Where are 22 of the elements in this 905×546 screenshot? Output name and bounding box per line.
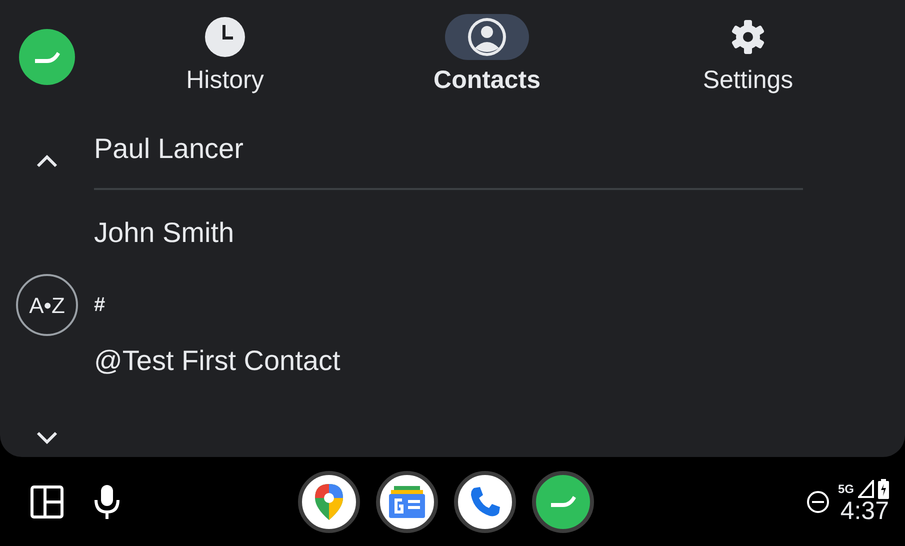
tab[interactable]: Contacts <box>417 0 557 100</box>
settings-icon <box>729 18 767 56</box>
tab[interactable]: History <box>155 0 295 100</box>
person-icon <box>466 16 508 58</box>
call-icon <box>34 52 60 62</box>
signal-icon <box>858 480 874 498</box>
section-header: # <box>94 294 106 316</box>
layout-icon[interactable] <box>30 484 64 518</box>
contact-name[interactable]: Paul Lancer <box>94 128 244 170</box>
alphabet-button[interactable]: A•Z <box>16 274 78 336</box>
clock-icon <box>204 16 246 58</box>
contact-name[interactable]: John Smith <box>94 212 234 254</box>
newspaper-icon <box>388 484 426 520</box>
microphone-icon[interactable] <box>94 484 120 520</box>
do-not-disturb-icon <box>806 490 830 514</box>
contact-name[interactable]: @Test First Contact <box>94 340 340 382</box>
phone-icon <box>468 484 502 518</box>
tab[interactable]: Settings <box>678 0 818 100</box>
network-type: 5G <box>838 481 854 498</box>
call-icon <box>550 496 576 507</box>
battery-icon <box>878 479 889 499</box>
clock-time: 4:37 <box>840 499 889 524</box>
